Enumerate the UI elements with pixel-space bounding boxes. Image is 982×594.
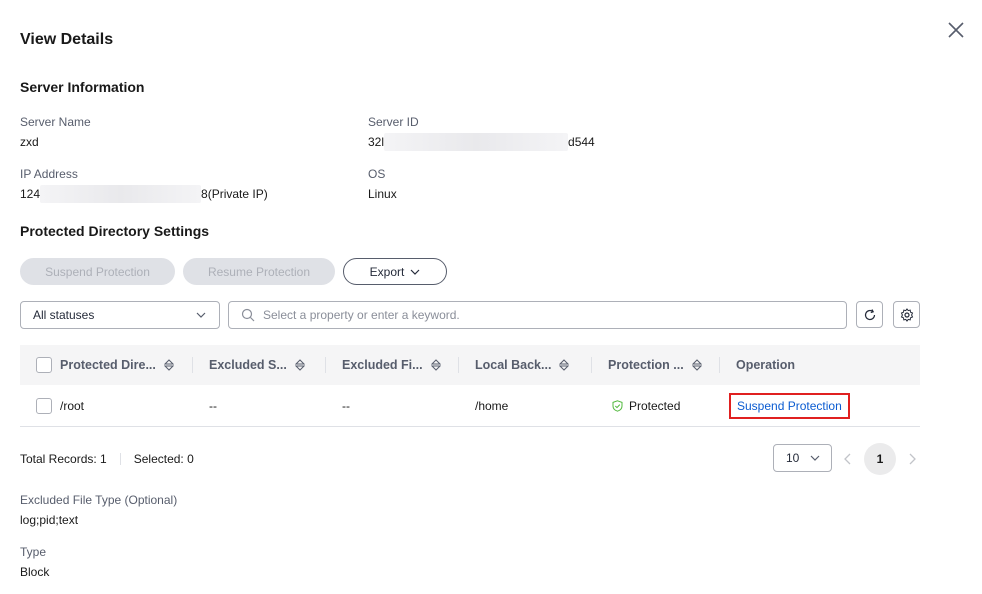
- chevron-down-icon: [196, 312, 206, 318]
- total-records: Total Records: 1: [20, 452, 107, 466]
- gear-icon: [900, 307, 913, 322]
- status-filter-value: All statuses: [33, 308, 95, 322]
- export-label: Export: [369, 264, 405, 279]
- suspend-protection-button[interactable]: Suspend Protection: [20, 258, 175, 285]
- ip-address-value: 124 8(Private IP): [20, 185, 268, 203]
- server-id-label: Server ID: [368, 115, 419, 129]
- excluded-file-type-value: log;pid;text: [20, 513, 79, 527]
- divider: [119, 453, 121, 465]
- column-label: Excluded S...: [209, 358, 287, 372]
- column-label: Protected Dire...: [60, 358, 156, 372]
- column-label: Excluded Fi...: [342, 358, 423, 372]
- page-size-value: 10: [786, 451, 800, 465]
- table-row: /root -- -- /home Protected Suspend Prot…: [20, 385, 920, 427]
- column-local-backup[interactable]: Local Back...: [459, 345, 592, 385]
- column-label: Local Back...: [475, 358, 552, 372]
- chevron-down-icon: [810, 455, 820, 461]
- cell-local-backup: /home: [475, 398, 509, 413]
- server-id-suffix: d544: [568, 135, 595, 149]
- sort-icon: [163, 359, 174, 371]
- dialog-title: View Details: [20, 31, 114, 48]
- server-id-value: 32l d544: [368, 133, 595, 151]
- prev-page-button[interactable]: [842, 452, 854, 469]
- status-text: Protected: [629, 398, 681, 413]
- chevron-right-icon: [909, 453, 916, 465]
- close-icon[interactable]: [944, 18, 968, 42]
- os-value: Linux: [368, 187, 397, 201]
- server-name-label: Server Name: [20, 115, 91, 129]
- selected-count: Selected: 0: [133, 452, 194, 466]
- redacted-block: [384, 133, 569, 151]
- cell-text: /root: [60, 398, 85, 413]
- export-button[interactable]: Export: [343, 258, 447, 285]
- shield-check-icon: [612, 399, 623, 412]
- ip-suffix: 8(Private IP): [201, 187, 268, 201]
- sort-icon: [691, 359, 702, 371]
- server-info-title: Server Information: [20, 79, 145, 95]
- ip-prefix: 124: [20, 187, 41, 201]
- table-footer-summary: Total Records: 1 Selected: 0: [20, 452, 194, 466]
- column-label: Protection ...: [608, 358, 684, 372]
- row-checkbox[interactable]: [36, 397, 52, 414]
- column-label: Operation: [736, 358, 796, 372]
- suspend-protection-link[interactable]: Suspend Protection: [729, 392, 850, 419]
- next-page-button[interactable]: [906, 452, 918, 469]
- excluded-file-type-label: Excluded File Type (Optional): [20, 493, 178, 507]
- column-operation: Operation: [720, 345, 920, 385]
- column-protection-status[interactable]: Protection ...: [592, 345, 720, 385]
- redacted-block: [40, 185, 202, 203]
- search-box[interactable]: [228, 301, 847, 329]
- refresh-icon: [864, 308, 875, 320]
- cell-excluded-subdir: --: [209, 398, 217, 413]
- cell-protected-dir: /root: [20, 385, 193, 427]
- server-name-value: zxd: [20, 135, 39, 149]
- refresh-button[interactable]: [856, 301, 883, 328]
- type-label: Type: [20, 545, 47, 559]
- chevron-left-icon: [844, 453, 851, 465]
- page-number-current[interactable]: 1: [864, 443, 896, 475]
- type-value: Block: [20, 565, 50, 579]
- sort-icon: [559, 359, 570, 371]
- cell-operation: Suspend Protection: [720, 385, 920, 427]
- chevron-down-icon: [410, 269, 420, 275]
- search-input[interactable]: [263, 308, 823, 322]
- column-protected-dir[interactable]: Protected Dire...: [20, 345, 193, 385]
- column-excluded-file[interactable]: Excluded Fi...: [326, 345, 459, 385]
- column-excluded-subdir[interactable]: Excluded S...: [193, 345, 326, 385]
- settings-button[interactable]: [893, 301, 920, 328]
- cell-protection-status: Protected: [592, 385, 720, 427]
- cell-excluded-file: --: [342, 398, 350, 413]
- page-size-select[interactable]: 10: [773, 444, 832, 472]
- search-icon: [241, 308, 255, 322]
- os-label: OS: [368, 167, 386, 181]
- table-header: Protected Dire... Excluded S... Excluded…: [20, 345, 920, 385]
- protected-dir-title: Protected Directory Settings: [20, 223, 210, 239]
- server-id-prefix: 32l: [368, 135, 385, 149]
- ip-address-label: IP Address: [20, 167, 78, 181]
- sort-icon: [430, 359, 441, 371]
- status-filter-select[interactable]: All statuses: [20, 301, 220, 329]
- sort-icon: [294, 359, 305, 371]
- resume-protection-button[interactable]: Resume Protection: [183, 258, 335, 285]
- select-all-checkbox[interactable]: [36, 357, 52, 373]
